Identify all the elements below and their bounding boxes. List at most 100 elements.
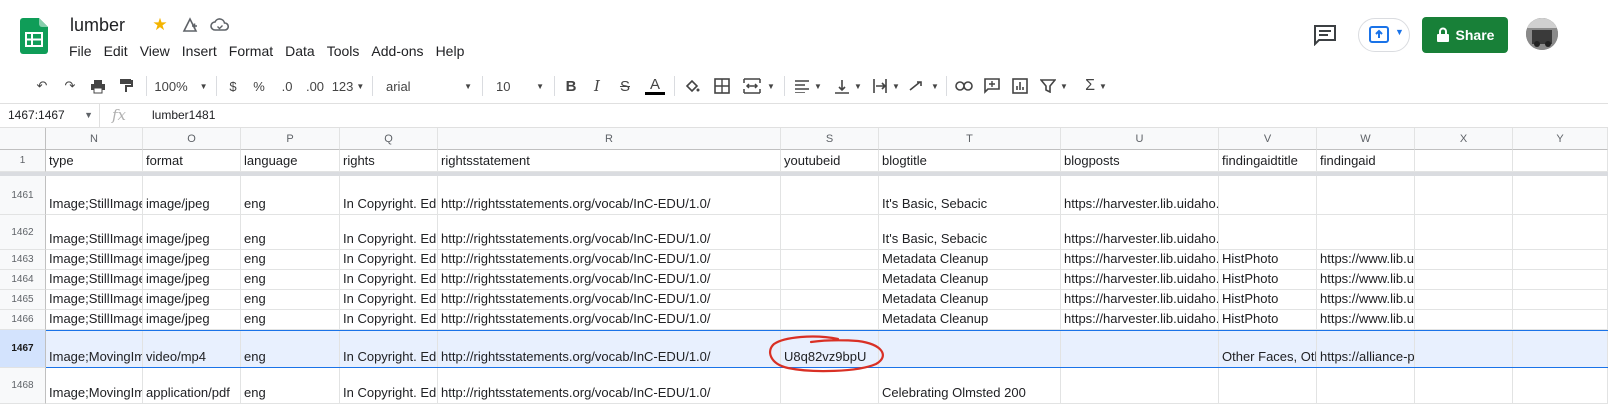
table-cell[interactable]: eng — [241, 310, 340, 329]
column-header-s[interactable]: S — [781, 128, 879, 150]
table-row[interactable]: Image;StillImage image/jpeg eng In Copyrigh… — [46, 176, 1608, 215]
table-cell[interactable] — [1415, 176, 1513, 214]
fill-color-icon[interactable] — [680, 68, 704, 104]
table-cell[interactable]: In Copyright. Educational Use Permitted — [340, 215, 438, 249]
table-cell[interactable]: image/jpeg — [143, 270, 241, 289]
percent-button[interactable]: % — [248, 68, 270, 104]
table-cell[interactable]: It's Basic, Sebacic — [879, 215, 1061, 249]
table-cell[interactable]: eng — [241, 270, 340, 289]
row-header[interactable]: 1467 — [0, 330, 46, 368]
table-cell[interactable]: image/jpeg — [143, 250, 241, 269]
table-cell[interactable]: image/jpeg — [143, 290, 241, 309]
table-cell[interactable]: eng — [241, 331, 340, 367]
table-cell[interactable]: language — [241, 150, 340, 171]
row-header[interactable]: 1462 — [0, 215, 46, 250]
table-cell[interactable] — [1219, 215, 1317, 249]
table-cell[interactable] — [781, 215, 879, 249]
table-cell[interactable] — [1415, 310, 1513, 329]
table-cell[interactable] — [1415, 250, 1513, 269]
table-cell[interactable]: eng — [241, 215, 340, 249]
table-cell[interactable]: In Copyright. Educational Use Permitted — [340, 250, 438, 269]
table-cell[interactable]: http://rightsstatements.org/vocab/InC-ED… — [438, 331, 781, 367]
menu-file[interactable]: File — [69, 42, 92, 60]
link-icon[interactable] — [952, 68, 976, 104]
table-cell[interactable] — [1061, 331, 1219, 367]
table-cell[interactable] — [1513, 290, 1608, 309]
table-cell[interactable]: Image;StillImage — [46, 270, 143, 289]
table-cell[interactable]: Image;StillImage — [46, 176, 143, 214]
row-header[interactable]: 1464 — [0, 270, 46, 290]
table-cell[interactable]: Metadata Cleanup — [879, 290, 1061, 309]
zoom-select[interactable]: 100% ▼ — [152, 68, 210, 104]
table-cell[interactable] — [1513, 215, 1608, 249]
table-cell[interactable]: findingaidtitle — [1219, 150, 1317, 171]
italic-button[interactable]: I — [586, 68, 608, 104]
column-header-n[interactable]: N — [46, 128, 143, 150]
table-cell[interactable]: https://harvester.lib.uidaho.edu — [1061, 250, 1219, 269]
table-cell[interactable] — [1513, 310, 1608, 329]
table-cell[interactable]: rightsstatement — [438, 150, 781, 171]
name-box[interactable]: 1467:1467 ▼ — [0, 104, 100, 127]
column-header-u[interactable]: U — [1061, 128, 1219, 150]
formula-input[interactable]: lumber1481 — [152, 104, 215, 127]
table-cell[interactable]: https://www.lib.uidaho.edu/special-colle… — [1317, 250, 1415, 269]
move-icon[interactable] — [180, 15, 200, 35]
table-cell[interactable] — [1415, 290, 1513, 309]
table-cell[interactable]: http://rightsstatements.org/vocab/InC-ED… — [438, 290, 781, 309]
document-title[interactable]: lumber — [70, 15, 125, 36]
table-cell[interactable] — [1415, 150, 1513, 171]
table-cell[interactable]: https://alliance-primo.hosted.exlibrisgr… — [1317, 331, 1415, 367]
insert-comment-icon[interactable] — [980, 68, 1004, 104]
table-cell[interactable] — [1513, 270, 1608, 289]
print-icon[interactable] — [86, 68, 110, 104]
table-cell[interactable] — [879, 331, 1061, 367]
table-cell[interactable]: https://harvester.lib.uidaho.edu — [1061, 270, 1219, 289]
table-cell[interactable]: https://www.lib.uidaho.edu/special-colle… — [1317, 310, 1415, 329]
table-cell[interactable]: https://harvester.lib.uidaho.edu/posts/2… — [1061, 176, 1219, 214]
table-cell[interactable]: In Copyright. Educational Use Permitted — [340, 310, 438, 329]
table-cell[interactable]: https://www.lib.uidaho.edu/special-colle… — [1317, 270, 1415, 289]
table-cell[interactable]: HistPhoto — [1219, 250, 1317, 269]
table-row[interactable]: Image;StillImage image/jpeg eng In Copyrigh… — [46, 215, 1608, 250]
table-cell[interactable]: video/mp4 — [143, 331, 241, 367]
table-cell[interactable]: blogtitle — [879, 150, 1061, 171]
column-header-p[interactable]: P — [241, 128, 340, 150]
table-cell[interactable] — [781, 310, 879, 329]
increase-decimal-button[interactable]: .00 — [302, 68, 328, 104]
table-cell[interactable]: rights — [340, 150, 438, 171]
table-cell[interactable] — [1219, 368, 1317, 403]
table-cell[interactable]: HistPhoto — [1219, 290, 1317, 309]
table-cell[interactable] — [1317, 368, 1415, 403]
menu-data[interactable]: Data — [285, 42, 315, 60]
paint-format-icon[interactable] — [114, 68, 138, 104]
table-cell[interactable]: image/jpeg — [143, 310, 241, 329]
table-cell[interactable] — [781, 176, 879, 214]
undo-icon[interactable]: ↶ — [30, 68, 54, 104]
column-header-v[interactable]: V — [1219, 128, 1317, 150]
table-cell[interactable] — [1415, 270, 1513, 289]
table-cell[interactable]: HistPhoto — [1219, 270, 1317, 289]
filter-icon[interactable]: ▼ — [1036, 68, 1072, 104]
menu-help[interactable]: Help — [436, 42, 465, 60]
table-cell[interactable]: In Copyright. Educational Use Permitted — [340, 176, 438, 214]
table-cell[interactable] — [1415, 215, 1513, 249]
row-header[interactable]: 1 — [0, 150, 46, 172]
table-cell[interactable] — [1219, 176, 1317, 214]
table-cell[interactable] — [1513, 368, 1608, 403]
table-cell[interactable] — [1513, 331, 1608, 367]
currency-button[interactable]: $ — [222, 68, 244, 104]
table-cell[interactable]: http://rightsstatements.org/vocab/InC-ED… — [438, 250, 781, 269]
table-cell[interactable]: Other Faces, Other Lives — [1219, 331, 1317, 367]
present-button[interactable]: ▼ — [1358, 18, 1410, 52]
column-header-x[interactable]: X — [1415, 128, 1513, 150]
table-cell[interactable]: https://www.lib.uidaho.edu/special-colle… — [1317, 290, 1415, 309]
table-cell[interactable]: Image;StillImage — [46, 290, 143, 309]
table-row[interactable]: Image;StillImage image/jpeg eng In Copyrigh… — [46, 310, 1608, 330]
comment-history-icon[interactable] — [1313, 24, 1337, 46]
table-cell[interactable]: It's Basic, Sebacic — [879, 176, 1061, 214]
column-header-t[interactable]: T — [879, 128, 1061, 150]
table-cell[interactable] — [1317, 215, 1415, 249]
table-cell[interactable]: http://rightsstatements.org/vocab/InC-ED… — [438, 310, 781, 329]
table-cell[interactable] — [1061, 368, 1219, 403]
text-wrapping-icon[interactable]: ▼ — [868, 68, 904, 104]
